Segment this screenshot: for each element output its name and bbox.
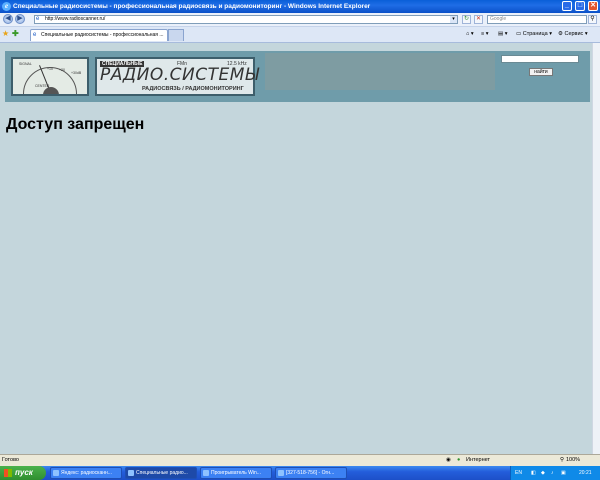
site-header: SIGNAL CENTER +10 +20 +30dB СПЕЦИАЛЬНЫЕ … [5, 51, 590, 102]
feeds-icon[interactable]: ≡ ▾ [481, 30, 489, 39]
address-toolbar: ◀ ▶ e http://www.radioscanner.ru/ ▾ ↻ ✕ … [0, 13, 600, 27]
add-favorite-icon[interactable]: ✚ [12, 29, 19, 38]
taskbar-item[interactable]: [327-518-756] - Огн... [275, 467, 347, 479]
taskbar-item-label: [327-518-756] - Огн... [286, 470, 335, 476]
zoom-icon: ⚲ [560, 457, 565, 463]
meter-label: SIGNAL [19, 62, 32, 66]
maximize-button[interactable]: □ [575, 1, 585, 11]
back-button[interactable]: ◀ [3, 14, 13, 24]
globe-icon: ● [457, 457, 461, 463]
app-icon [128, 470, 134, 476]
tray-icon[interactable]: ◆ [541, 466, 545, 480]
page-title: Доступ запрещен [6, 116, 145, 133]
ie-logo-icon: e [2, 2, 11, 11]
tab-label: Специальные радиосистемы - профессиональ… [41, 32, 164, 38]
app-icon [203, 470, 209, 476]
signal-meter-image: SIGNAL CENTER +10 +20 +30dB [11, 57, 89, 96]
taskbar: пуск Яндекс: радиосканн... Специальные р… [0, 466, 600, 480]
taskbar-item-label: Яндекс: радиосканн... [61, 470, 112, 476]
logo-mark: РАДИО.СИСТЕМЫ [100, 65, 260, 85]
print-icon[interactable]: ▤ ▾ [498, 30, 508, 39]
app-icon [278, 470, 284, 476]
meter-label: +20 [59, 68, 65, 72]
refresh-button[interactable]: ↻ [462, 15, 471, 24]
zone-label: Интернет [466, 457, 490, 463]
page-viewport: SIGNAL CENTER +10 +20 +30dB СПЕЦИАЛЬНЫЕ … [0, 43, 592, 454]
search-input[interactable]: Google [487, 15, 587, 24]
meter-label: +30dB [71, 71, 82, 75]
tools-menu[interactable]: ⚙ Сервис ▾ [558, 30, 588, 39]
banner-ad-area [265, 53, 495, 90]
status-bar: Готово ◉ ● Интернет ⚲ 100% [0, 454, 600, 466]
title-bar: e Специальные радиосистемы - профессиона… [0, 0, 600, 13]
system-tray: EN ◧ ◆ ♪ ▣ 20:21 [510, 466, 600, 480]
meter-label: +10 [47, 67, 53, 71]
site-search-input[interactable] [501, 55, 579, 63]
start-label: пуск [15, 468, 33, 477]
network-icon[interactable]: ▣ [561, 466, 566, 480]
taskbar-item[interactable]: Яндекс: радиосканн... [50, 467, 122, 479]
app-icon [53, 470, 59, 476]
taskbar-item-label: Проигрыватель Win... [211, 470, 261, 476]
start-button[interactable]: пуск [0, 466, 46, 480]
logo-tagline: РАДИОСВЯЗЬ / РАДИОМОНИТОРИНГ [142, 86, 244, 92]
close-button[interactable]: ✕ [588, 1, 598, 11]
vertical-scrollbar[interactable] [592, 43, 600, 454]
address-dropdown-icon[interactable]: ▾ [450, 16, 457, 23]
page-icon: e [36, 16, 40, 22]
tray-icon[interactable]: ◧ [531, 466, 536, 480]
taskbar-item-label: Специальные радио... [136, 470, 188, 476]
new-tab-button[interactable] [168, 29, 184, 41]
tab-toolbar: ★ ✚ e Специальные радиосистемы - професс… [0, 27, 600, 43]
zoom-level[interactable]: 100% [566, 455, 580, 466]
address-url[interactable]: http://www.radioscanner.ru/ [45, 16, 105, 23]
windows-flag-icon [4, 469, 12, 477]
clock: 20:21 [579, 470, 592, 476]
language-indicator[interactable]: EN [515, 466, 522, 480]
meter-hub [43, 87, 59, 94]
taskbar-item[interactable]: Проигрыватель Win... [200, 467, 272, 479]
minimize-button[interactable]: _ [562, 1, 572, 11]
meter-label: CENTER [35, 84, 50, 88]
tab-page-icon: e [33, 32, 37, 38]
taskbar-item[interactable]: Специальные радио... [125, 467, 197, 479]
volume-icon[interactable]: ♪ [551, 466, 554, 480]
site-search-button[interactable]: найти [529, 68, 553, 76]
window-title: Специальные радиосистемы - профессиональ… [13, 3, 371, 10]
status-text: Готово [2, 457, 19, 463]
site-logo[interactable]: СПЕЦИАЛЬНЫЕ FMn 12.5 kHz РАДИО.СИСТЕМЫ Р… [95, 57, 259, 96]
search-go-icon[interactable]: ⚲ [588, 15, 597, 24]
page-menu[interactable]: ▭ Страница ▾ [516, 30, 552, 39]
stop-button[interactable]: ✕ [474, 15, 483, 24]
address-bar[interactable]: e http://www.radioscanner.ru/ ▾ [34, 15, 458, 24]
tab-active[interactable]: e Специальные радиосистемы - профессиона… [30, 29, 168, 41]
tools-menu-label: Сервис [564, 31, 584, 37]
zone-icon: ◉ [446, 457, 451, 463]
home-icon[interactable]: ⌂ ▾ [466, 30, 474, 39]
favorites-star-icon[interactable]: ★ [2, 29, 9, 38]
forward-button[interactable]: ▶ [15, 14, 25, 24]
page-menu-label: Страница [522, 31, 548, 37]
